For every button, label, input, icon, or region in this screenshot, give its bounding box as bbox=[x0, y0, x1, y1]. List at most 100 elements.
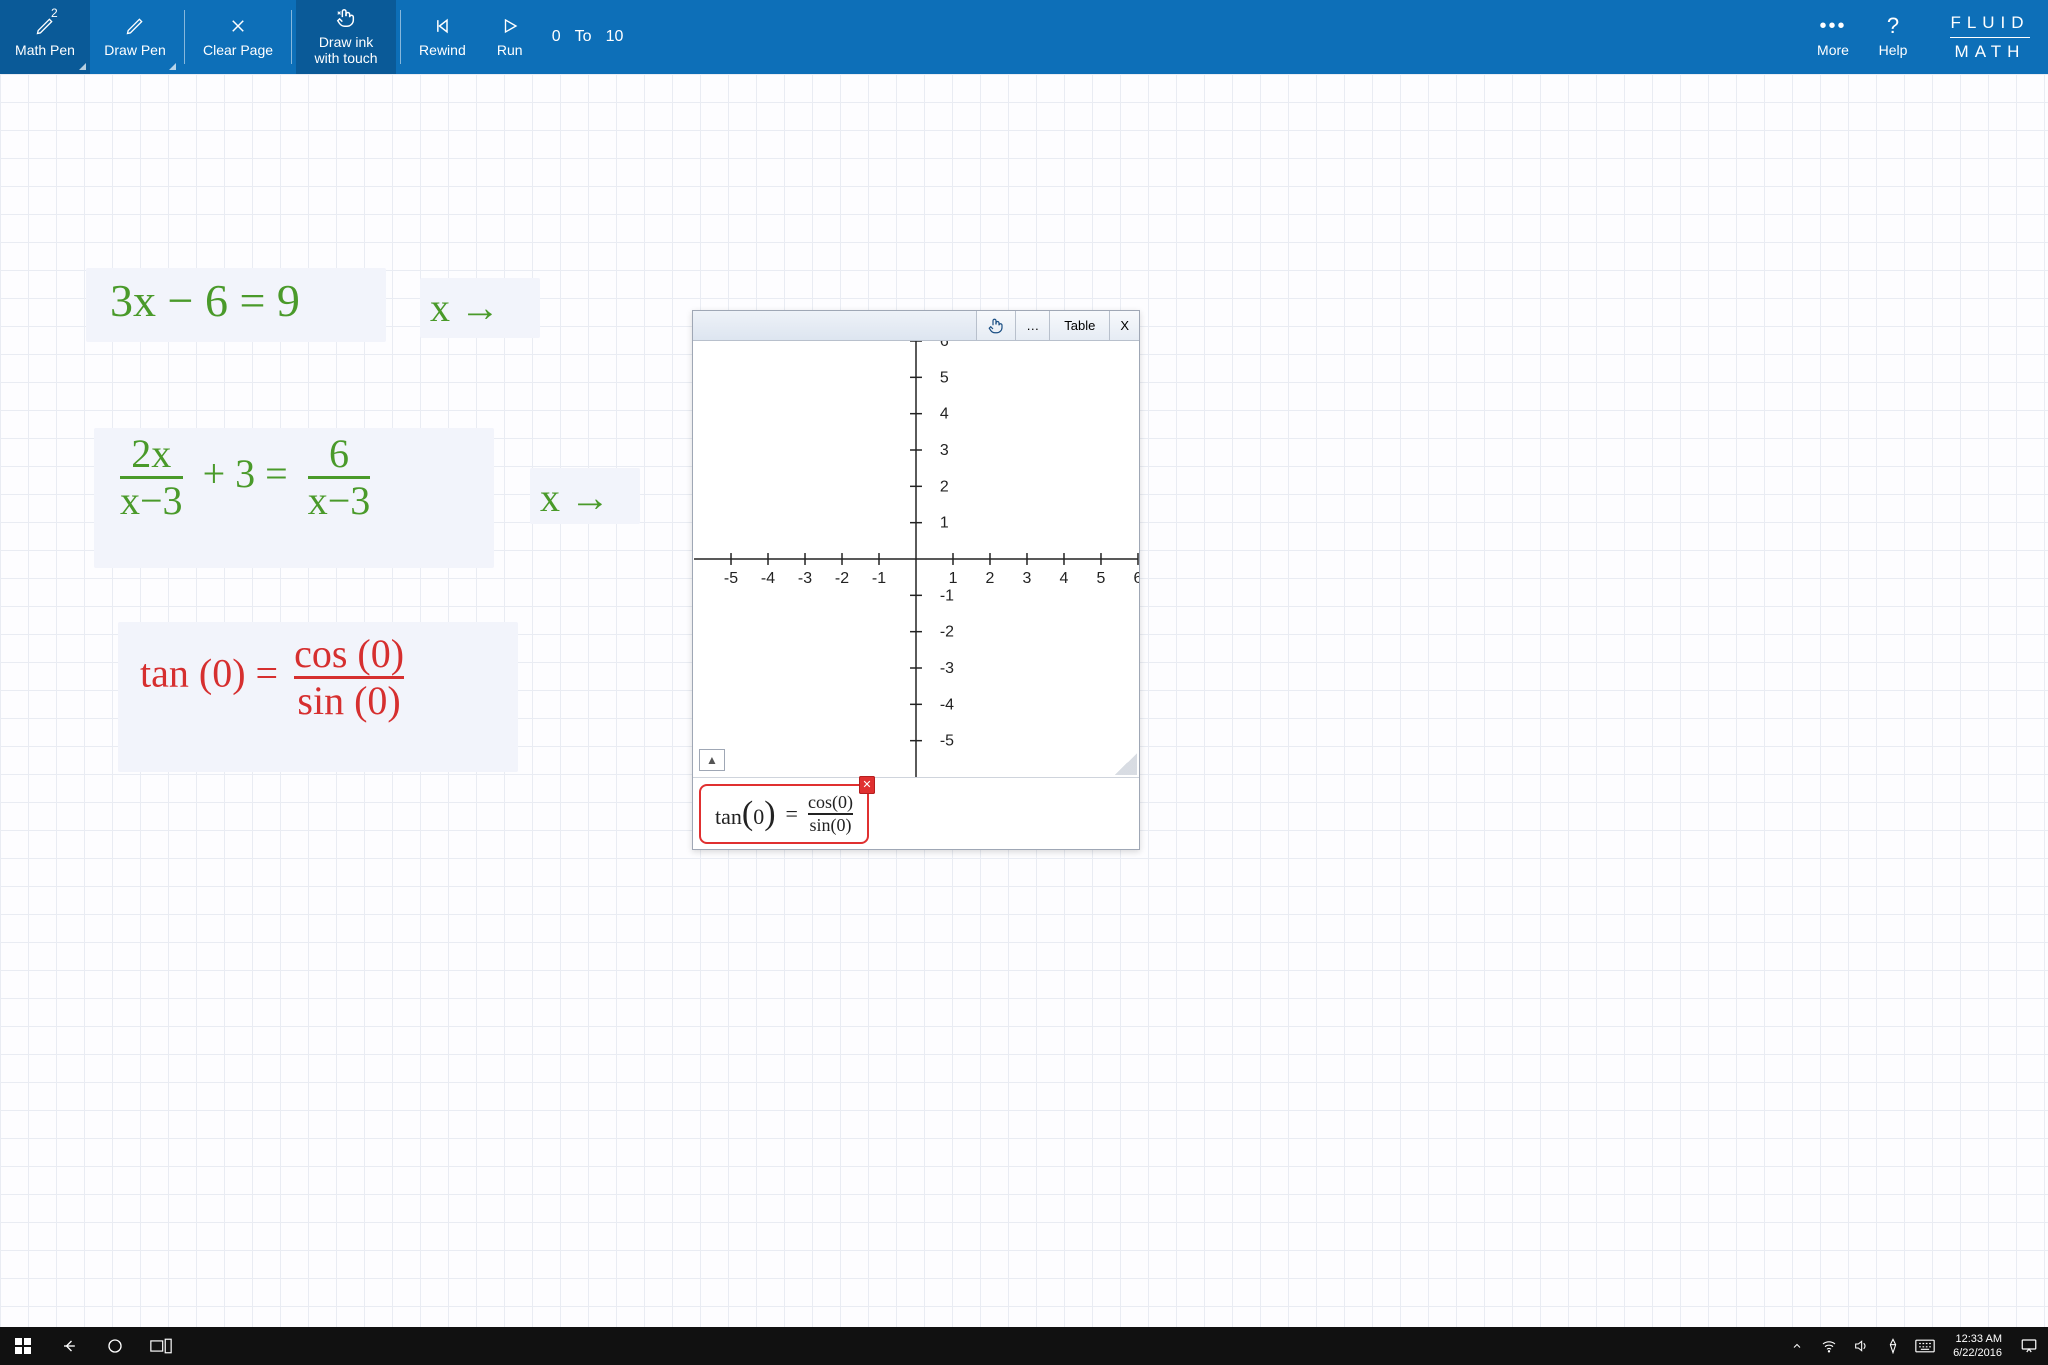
tray-chevron-icon[interactable] bbox=[1783, 1340, 1811, 1352]
ribbon-separator bbox=[184, 10, 185, 64]
graph-panel[interactable]: … Table X -5-4-3-2-1123456-5-4-3-2-11234… bbox=[692, 310, 1140, 850]
svg-text:6: 6 bbox=[940, 341, 949, 350]
svg-text:-2: -2 bbox=[835, 570, 849, 587]
svg-text:3: 3 bbox=[1023, 570, 1032, 587]
draw-ink-touch-button[interactable]: Draw ink with touch bbox=[296, 0, 396, 74]
handwritten-arrow-2[interactable]: x → bbox=[540, 474, 610, 521]
brand-bottom: MATH bbox=[1955, 42, 2026, 62]
svg-text:6: 6 bbox=[1134, 570, 1139, 587]
eq2-num-left: 2x bbox=[131, 434, 171, 474]
math-pen-button[interactable]: 2 Math Pen bbox=[0, 0, 90, 74]
draw-pen-label: Draw Pen bbox=[104, 42, 165, 58]
clock-time: 12:33 AM bbox=[1953, 1332, 2002, 1346]
run-to-word: To bbox=[575, 28, 592, 46]
ellipsis-icon: … bbox=[1026, 318, 1039, 333]
svg-text:4: 4 bbox=[940, 406, 949, 423]
svg-text:4: 4 bbox=[1060, 570, 1069, 587]
graph-close-button[interactable]: X bbox=[1109, 311, 1139, 340]
play-icon bbox=[501, 14, 519, 38]
volume-icon[interactable] bbox=[1847, 1338, 1875, 1354]
skip-back-icon bbox=[432, 14, 452, 38]
app-brand: FLUID MATH bbox=[1932, 13, 2048, 62]
graph-touch-button[interactable] bbox=[976, 311, 1015, 340]
graph-more-button[interactable]: … bbox=[1015, 311, 1049, 340]
clock-date: 6/22/2016 bbox=[1953, 1346, 2002, 1360]
clear-page-button[interactable]: Clear Page bbox=[189, 0, 287, 74]
formula-error-icon[interactable]: ✕ bbox=[859, 776, 875, 794]
ellipsis-icon: ••• bbox=[1819, 14, 1846, 38]
graph-formula-row: ✕ tan(0) = cos(0) sin(0) bbox=[693, 777, 1139, 849]
svg-text:-1: -1 bbox=[940, 587, 954, 604]
triangle-up-icon: ▲ bbox=[706, 753, 718, 767]
svg-text:-4: -4 bbox=[940, 696, 954, 713]
run-range: 0 To 10 bbox=[540, 0, 636, 74]
back-button[interactable] bbox=[46, 1327, 92, 1365]
pencil-icon bbox=[125, 14, 145, 38]
graph-toolbar: … Table X bbox=[693, 311, 1139, 341]
svg-text:5: 5 bbox=[1097, 570, 1106, 587]
handwritten-arrow-1[interactable]: x → bbox=[430, 284, 500, 331]
run-label: Run bbox=[497, 42, 523, 58]
wifi-icon[interactable] bbox=[1815, 1338, 1843, 1354]
eq2-den-right: x−3 bbox=[308, 481, 371, 521]
graph-table-button[interactable]: Table bbox=[1049, 311, 1109, 340]
start-button[interactable] bbox=[0, 1327, 46, 1365]
formula-eq: = bbox=[786, 801, 798, 827]
taskbar-clock[interactable]: 12:33 AM 6/22/2016 bbox=[1945, 1332, 2010, 1360]
eq3-den: sin (0) bbox=[297, 681, 400, 721]
keyboard-icon[interactable] bbox=[1911, 1339, 1939, 1353]
graph-svg: -5-4-3-2-1123456-5-4-3-2-1123456 bbox=[693, 341, 1139, 777]
run-from-value[interactable]: 0 bbox=[552, 28, 561, 46]
math-pen-badge: 2 bbox=[51, 6, 58, 20]
help-label: Help bbox=[1879, 42, 1908, 58]
windows-taskbar: 12:33 AM 6/22/2016 bbox=[0, 1327, 2048, 1365]
graph-formula-box[interactable]: ✕ tan(0) = cos(0) sin(0) bbox=[699, 784, 869, 844]
app-ribbon: 2 Math Pen Draw Pen Clear Page Draw ink … bbox=[0, 0, 2048, 74]
ribbon-separator bbox=[400, 10, 401, 64]
run-to-value[interactable]: 10 bbox=[606, 28, 624, 46]
eq3-lhs: tan (0) = bbox=[140, 651, 278, 696]
graph-table-label: Table bbox=[1064, 318, 1095, 333]
graph-expand-button[interactable]: ▲ bbox=[699, 749, 725, 771]
close-icon bbox=[229, 14, 247, 38]
svg-text:5: 5 bbox=[940, 369, 949, 386]
formula-rhs: cos(0) sin(0) bbox=[808, 792, 853, 836]
draw-ink-label-1: Draw ink bbox=[319, 34, 373, 50]
handwritten-equation-1[interactable]: 3x − 6 = 9 bbox=[110, 274, 300, 327]
svg-text:3: 3 bbox=[940, 442, 949, 459]
clear-page-label: Clear Page bbox=[203, 42, 273, 58]
svg-text:1: 1 bbox=[949, 570, 958, 587]
svg-text:-5: -5 bbox=[940, 733, 954, 750]
draw-ink-label-2: with touch bbox=[315, 50, 378, 66]
svg-text:-2: -2 bbox=[940, 624, 954, 641]
graph-plot-area[interactable]: -5-4-3-2-1123456-5-4-3-2-1123456 ▲ bbox=[693, 341, 1139, 777]
more-button[interactable]: ••• More bbox=[1803, 8, 1863, 66]
eq3-num: cos (0) bbox=[294, 634, 404, 674]
svg-text:-4: -4 bbox=[761, 570, 775, 587]
action-center-button[interactable] bbox=[2010, 1337, 2048, 1355]
ribbon-separator bbox=[291, 10, 292, 64]
touch-icon bbox=[335, 6, 357, 30]
math-pen-label: Math Pen bbox=[15, 42, 75, 58]
draw-pen-button[interactable]: Draw Pen bbox=[90, 0, 180, 74]
more-label: More bbox=[1817, 42, 1849, 58]
handwritten-equation-3[interactable]: tan (0) = cos (0) sin (0) bbox=[140, 634, 404, 721]
cortana-button[interactable] bbox=[92, 1327, 138, 1365]
task-view-button[interactable] bbox=[138, 1327, 184, 1365]
brand-top: FLUID bbox=[1950, 13, 2029, 33]
graph-resize-handle[interactable] bbox=[1115, 753, 1137, 775]
math-canvas[interactable]: 3x − 6 = 9 x → 2x x−3 + 3 = 6 x−3 x → ta… bbox=[0, 74, 2048, 1327]
help-icon: ? bbox=[1887, 14, 1899, 38]
rewind-button[interactable]: Rewind bbox=[405, 0, 480, 74]
svg-text:2: 2 bbox=[986, 570, 995, 587]
help-button[interactable]: ? Help bbox=[1863, 8, 1923, 66]
pen-tray-icon[interactable] bbox=[1879, 1338, 1907, 1354]
system-tray bbox=[1783, 1338, 1945, 1354]
eq2-mid: + 3 = bbox=[203, 451, 288, 496]
svg-text:-5: -5 bbox=[724, 570, 738, 587]
svg-text:1: 1 bbox=[940, 515, 949, 532]
svg-text:-3: -3 bbox=[940, 660, 954, 677]
handwritten-equation-2[interactable]: 2x x−3 + 3 = 6 x−3 bbox=[120, 434, 370, 521]
run-button[interactable]: Run bbox=[480, 0, 540, 74]
eq2-den-left: x−3 bbox=[120, 481, 183, 521]
